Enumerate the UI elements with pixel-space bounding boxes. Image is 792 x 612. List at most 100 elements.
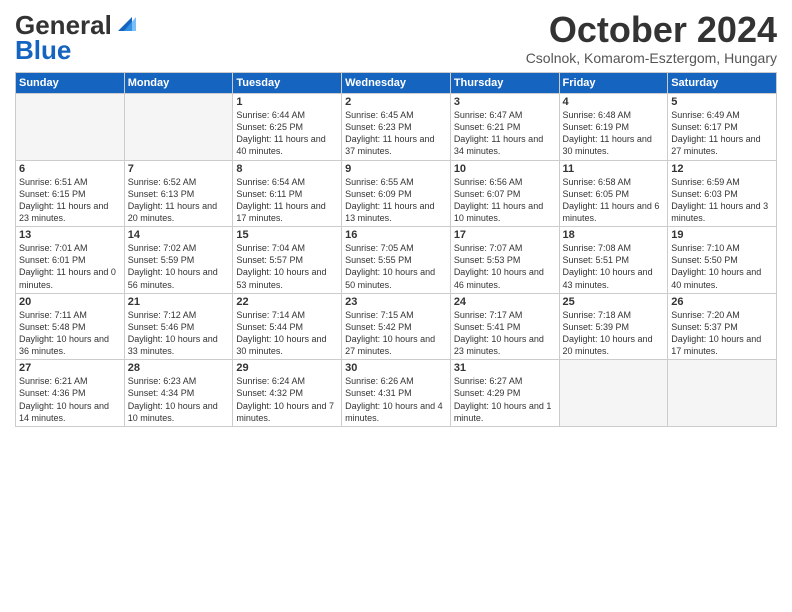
day-info: Sunrise: 6:48 AM Sunset: 6:19 PM Dayligh… [563,109,665,158]
col-thursday: Thursday [450,73,559,94]
calendar-cell-2-6: 11Sunrise: 6:58 AM Sunset: 6:05 PM Dayli… [559,160,668,227]
day-number: 9 [345,163,447,175]
calendar-week-1: 1Sunrise: 6:44 AM Sunset: 6:25 PM Daylig… [16,94,777,161]
day-info: Sunrise: 7:04 AM Sunset: 5:57 PM Dayligh… [236,242,338,291]
day-info: Sunrise: 7:02 AM Sunset: 5:59 PM Dayligh… [128,242,230,291]
calendar-cell-5-5: 31Sunrise: 6:27 AM Sunset: 4:29 PM Dayli… [450,360,559,427]
calendar-cell-3-2: 14Sunrise: 7:02 AM Sunset: 5:59 PM Dayli… [124,227,233,294]
calendar-week-5: 27Sunrise: 6:21 AM Sunset: 4:36 PM Dayli… [16,360,777,427]
page-container: General Blue October 2024 Csolnok, Komar… [0,0,792,432]
day-info: Sunrise: 6:49 AM Sunset: 6:17 PM Dayligh… [671,109,773,158]
calendar-cell-3-3: 15Sunrise: 7:04 AM Sunset: 5:57 PM Dayli… [233,227,342,294]
month-title: October 2024 [526,10,777,50]
day-number: 17 [454,229,556,241]
day-number: 23 [345,296,447,308]
day-number: 18 [563,229,665,241]
calendar-cell-2-3: 8Sunrise: 6:54 AM Sunset: 6:11 PM Daylig… [233,160,342,227]
day-number: 29 [236,362,338,374]
day-number: 19 [671,229,773,241]
day-info: Sunrise: 7:17 AM Sunset: 5:41 PM Dayligh… [454,309,556,358]
day-info: Sunrise: 7:07 AM Sunset: 5:53 PM Dayligh… [454,242,556,291]
day-info: Sunrise: 7:20 AM Sunset: 5:37 PM Dayligh… [671,309,773,358]
day-info: Sunrise: 7:11 AM Sunset: 5:48 PM Dayligh… [19,309,121,358]
day-info: Sunrise: 6:44 AM Sunset: 6:25 PM Dayligh… [236,109,338,158]
calendar-week-2: 6Sunrise: 6:51 AM Sunset: 6:15 PM Daylig… [16,160,777,227]
day-number: 25 [563,296,665,308]
day-number: 12 [671,163,773,175]
calendar-week-3: 13Sunrise: 7:01 AM Sunset: 6:01 PM Dayli… [16,227,777,294]
col-monday: Monday [124,73,233,94]
calendar-cell-5-1: 27Sunrise: 6:21 AM Sunset: 4:36 PM Dayli… [16,360,125,427]
calendar-cell-2-4: 9Sunrise: 6:55 AM Sunset: 6:09 PM Daylig… [342,160,451,227]
day-number: 14 [128,229,230,241]
calendar-cell-3-6: 18Sunrise: 7:08 AM Sunset: 5:51 PM Dayli… [559,227,668,294]
calendar-cell-2-2: 7Sunrise: 6:52 AM Sunset: 6:13 PM Daylig… [124,160,233,227]
day-info: Sunrise: 7:15 AM Sunset: 5:42 PM Dayligh… [345,309,447,358]
location-subtitle: Csolnok, Komarom-Esztergom, Hungary [526,50,777,66]
calendar-cell-3-7: 19Sunrise: 7:10 AM Sunset: 5:50 PM Dayli… [668,227,777,294]
day-number: 13 [19,229,121,241]
title-section: October 2024 Csolnok, Komarom-Esztergom,… [526,10,777,66]
logo-blue-text: Blue [15,35,71,66]
day-info: Sunrise: 6:56 AM Sunset: 6:07 PM Dayligh… [454,176,556,225]
calendar-cell-1-3: 1Sunrise: 6:44 AM Sunset: 6:25 PM Daylig… [233,94,342,161]
day-number: 8 [236,163,338,175]
calendar-cell-2-7: 12Sunrise: 6:59 AM Sunset: 6:03 PM Dayli… [668,160,777,227]
day-info: Sunrise: 6:55 AM Sunset: 6:09 PM Dayligh… [345,176,447,225]
day-info: Sunrise: 7:18 AM Sunset: 5:39 PM Dayligh… [563,309,665,358]
calendar-cell-1-5: 3Sunrise: 6:47 AM Sunset: 6:21 PM Daylig… [450,94,559,161]
day-number: 5 [671,96,773,108]
day-info: Sunrise: 6:52 AM Sunset: 6:13 PM Dayligh… [128,176,230,225]
day-number: 31 [454,362,556,374]
calendar-cell-1-6: 4Sunrise: 6:48 AM Sunset: 6:19 PM Daylig… [559,94,668,161]
day-info: Sunrise: 6:47 AM Sunset: 6:21 PM Dayligh… [454,109,556,158]
calendar-cell-4-5: 24Sunrise: 7:17 AM Sunset: 5:41 PM Dayli… [450,293,559,360]
calendar-header-row: Sunday Monday Tuesday Wednesday Thursday… [16,73,777,94]
header: General Blue October 2024 Csolnok, Komar… [15,10,777,66]
day-info: Sunrise: 7:12 AM Sunset: 5:46 PM Dayligh… [128,309,230,358]
day-number: 10 [454,163,556,175]
day-info: Sunrise: 6:45 AM Sunset: 6:23 PM Dayligh… [345,109,447,158]
col-tuesday: Tuesday [233,73,342,94]
day-info: Sunrise: 7:01 AM Sunset: 6:01 PM Dayligh… [19,242,121,291]
calendar-cell-4-7: 26Sunrise: 7:20 AM Sunset: 5:37 PM Dayli… [668,293,777,360]
calendar-table: Sunday Monday Tuesday Wednesday Thursday… [15,72,777,427]
day-info: Sunrise: 7:05 AM Sunset: 5:55 PM Dayligh… [345,242,447,291]
col-wednesday: Wednesday [342,73,451,94]
day-info: Sunrise: 7:10 AM Sunset: 5:50 PM Dayligh… [671,242,773,291]
day-number: 1 [236,96,338,108]
calendar-cell-5-6 [559,360,668,427]
calendar-cell-5-3: 29Sunrise: 6:24 AM Sunset: 4:32 PM Dayli… [233,360,342,427]
day-info: Sunrise: 6:59 AM Sunset: 6:03 PM Dayligh… [671,176,773,225]
calendar-cell-4-3: 22Sunrise: 7:14 AM Sunset: 5:44 PM Dayli… [233,293,342,360]
day-info: Sunrise: 6:21 AM Sunset: 4:36 PM Dayligh… [19,375,121,424]
calendar-week-4: 20Sunrise: 7:11 AM Sunset: 5:48 PM Dayli… [16,293,777,360]
logo-wing-icon [114,13,136,35]
day-number: 16 [345,229,447,241]
calendar-cell-4-1: 20Sunrise: 7:11 AM Sunset: 5:48 PM Dayli… [16,293,125,360]
day-number: 27 [19,362,121,374]
calendar-cell-2-1: 6Sunrise: 6:51 AM Sunset: 6:15 PM Daylig… [16,160,125,227]
day-info: Sunrise: 7:08 AM Sunset: 5:51 PM Dayligh… [563,242,665,291]
day-info: Sunrise: 6:27 AM Sunset: 4:29 PM Dayligh… [454,375,556,424]
day-number: 26 [671,296,773,308]
day-number: 7 [128,163,230,175]
day-info: Sunrise: 6:51 AM Sunset: 6:15 PM Dayligh… [19,176,121,225]
day-info: Sunrise: 6:24 AM Sunset: 4:32 PM Dayligh… [236,375,338,424]
calendar-cell-3-4: 16Sunrise: 7:05 AM Sunset: 5:55 PM Dayli… [342,227,451,294]
calendar-cell-1-7: 5Sunrise: 6:49 AM Sunset: 6:17 PM Daylig… [668,94,777,161]
calendar-cell-3-1: 13Sunrise: 7:01 AM Sunset: 6:01 PM Dayli… [16,227,125,294]
day-number: 21 [128,296,230,308]
day-number: 30 [345,362,447,374]
day-number: 6 [19,163,121,175]
day-number: 22 [236,296,338,308]
calendar-cell-3-5: 17Sunrise: 7:07 AM Sunset: 5:53 PM Dayli… [450,227,559,294]
col-sunday: Sunday [16,73,125,94]
calendar-cell-5-4: 30Sunrise: 6:26 AM Sunset: 4:31 PM Dayli… [342,360,451,427]
day-number: 20 [19,296,121,308]
calendar-cell-2-5: 10Sunrise: 6:56 AM Sunset: 6:07 PM Dayli… [450,160,559,227]
col-saturday: Saturday [668,73,777,94]
calendar-cell-4-6: 25Sunrise: 7:18 AM Sunset: 5:39 PM Dayli… [559,293,668,360]
calendar-cell-1-1 [16,94,125,161]
col-friday: Friday [559,73,668,94]
